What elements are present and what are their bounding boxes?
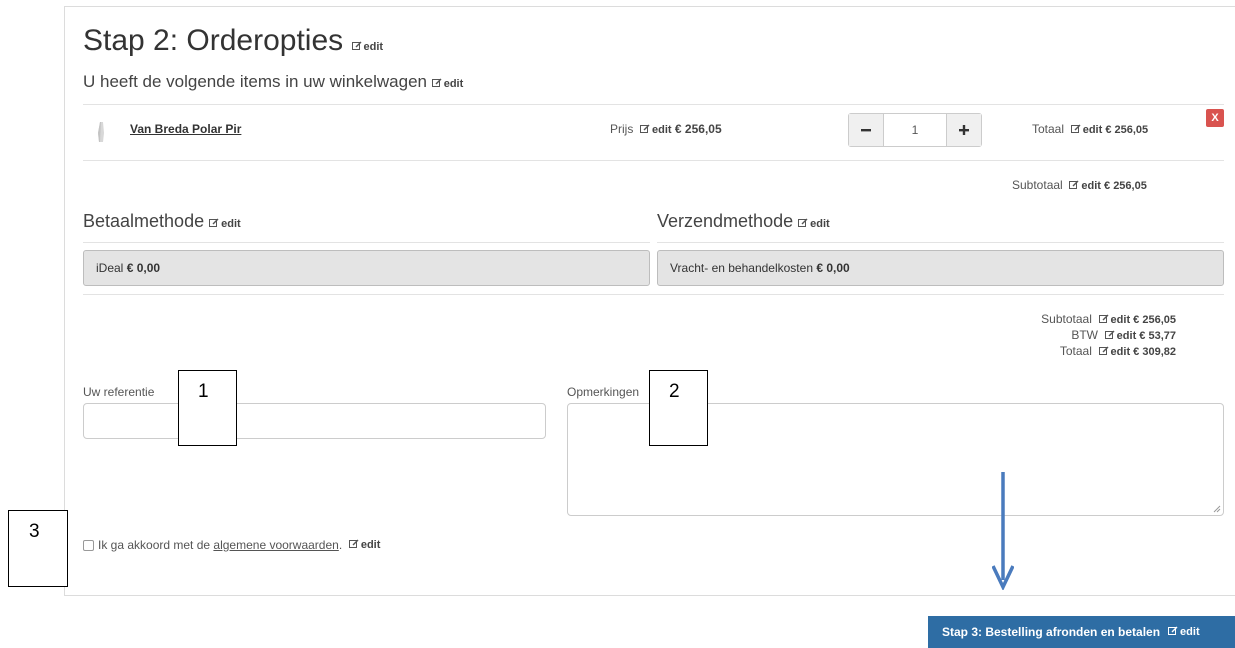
edit-icon	[1168, 626, 1178, 636]
shipping-method-cost: € 0,00	[816, 261, 850, 275]
edit-label: edit	[221, 218, 241, 230]
item-total: Totaal edit € 256,05	[1032, 122, 1148, 136]
edit-label: edit	[1180, 626, 1200, 638]
edit-label: edit	[360, 539, 381, 551]
shipping-heading-text: Verzendmethode	[657, 211, 794, 231]
summary-subtotal-row: Subtotaal edit € 256,05	[1041, 312, 1176, 328]
edit-link[interactable]: edit	[1168, 626, 1200, 638]
cart-subtitle: U heeft de volgende items in uw winkelwa…	[83, 72, 463, 92]
summary-total-value: € 309,82	[1133, 346, 1176, 358]
cart-subtotal: Subtotaal edit € 256,05	[1012, 178, 1147, 192]
edit-label: edit	[1110, 346, 1131, 358]
edit-icon	[1070, 124, 1081, 134]
edit-label: edit	[363, 41, 384, 53]
edit-icon	[351, 41, 362, 51]
shipping-method-select[interactable]: Vracht- en behandelkosten € 0,00	[657, 250, 1224, 286]
edit-link[interactable]: edit	[640, 124, 672, 136]
edit-label: edit	[1082, 124, 1103, 136]
checkout-submit-button[interactable]: Stap 3: Bestelling afronden en betalen e…	[928, 616, 1235, 648]
edit-label: edit	[443, 78, 464, 90]
terms-prefix: Ik ga akkoord met de	[98, 538, 211, 552]
edit-icon	[1098, 346, 1109, 356]
edit-icon	[1098, 314, 1109, 324]
edit-icon	[1104, 330, 1115, 340]
page-title-text: Stap 2: Orderopties	[83, 24, 344, 57]
payment-method-select[interactable]: iDeal € 0,00	[83, 250, 650, 286]
edit-link[interactable]: edit € 53,77	[1104, 330, 1176, 342]
edit-icon	[209, 218, 219, 228]
divider	[83, 160, 1224, 161]
product-name-link[interactable]: Van Breda Polar Pir	[130, 122, 241, 136]
reference-input[interactable]	[83, 403, 546, 439]
summary-total-label: Totaal	[1059, 344, 1092, 358]
edit-link[interactable]: edit € 256,05	[1098, 314, 1176, 326]
divider	[83, 104, 1224, 105]
price-label: Prijs	[610, 122, 634, 136]
edit-link[interactable]: edit	[431, 78, 464, 90]
edit-link[interactable]: edit € 256,05	[1069, 180, 1147, 192]
terms-checkbox[interactable]	[83, 539, 94, 551]
decrease-quantity-button[interactable]	[849, 114, 884, 146]
divider	[83, 294, 1224, 295]
terms-link[interactable]: algemene voorwaarden	[213, 538, 338, 552]
order-totals: Subtotaal edit € 256,05 BTW edit € 53,77…	[1041, 312, 1176, 360]
total-label: Totaal	[1032, 122, 1065, 136]
edit-link[interactable]: edit	[209, 218, 241, 230]
down-arrow-icon	[992, 472, 1014, 590]
edit-label: edit	[1116, 330, 1137, 342]
subtotal-value: € 256,05	[1104, 180, 1147, 192]
edit-link[interactable]: edit € 309,82	[1098, 346, 1176, 358]
quantity-stepper: 1	[848, 113, 982, 147]
payment-method-name: iDeal	[96, 261, 124, 275]
edit-label: edit	[1110, 314, 1131, 326]
edit-label: edit	[652, 124, 672, 136]
payment-method-cost: € 0,00	[126, 261, 161, 275]
remarks-label: Opmerkingen	[567, 385, 640, 399]
summary-subtotal-label: Subtotaal	[1041, 312, 1092, 326]
quantity-input[interactable]: 1	[884, 114, 946, 146]
edit-icon	[348, 539, 359, 549]
terms-suffix: .	[338, 538, 343, 552]
divider	[83, 242, 650, 243]
product-thumbnail[interactable]	[95, 121, 107, 143]
annotation-callout-3: 3	[8, 510, 68, 587]
minus-icon	[861, 129, 871, 132]
summary-total-row: Totaal edit € 309,82	[1041, 344, 1176, 360]
edit-label: edit	[810, 218, 830, 230]
resize-grip-icon[interactable]	[1213, 505, 1221, 513]
price-value: € 256,05	[674, 122, 722, 136]
increase-quantity-button[interactable]	[946, 114, 981, 146]
submit-label: Stap 3: Bestelling afronden en betalen	[942, 625, 1161, 639]
terms-agreement: Ik ga akkoord met de algemene voorwaarde…	[83, 538, 380, 552]
annotation-callout-2: 2	[649, 370, 708, 446]
summary-vat-row: BTW edit € 53,77	[1041, 328, 1176, 344]
edit-icon	[640, 124, 650, 134]
summary-subtotal-value: € 256,05	[1133, 314, 1176, 326]
edit-link[interactable]: edit	[348, 539, 381, 551]
shipping-method-name: Vracht- en behandelkosten	[670, 261, 813, 275]
edit-link[interactable]: edit	[798, 218, 830, 230]
cart-subtitle-text: U heeft de volgende items in uw winkelwa…	[83, 72, 427, 91]
reference-label: Uw referentie	[83, 385, 155, 399]
edit-icon	[431, 78, 442, 88]
edit-label: edit	[1081, 180, 1101, 192]
edit-icon	[798, 218, 808, 228]
payment-heading-text: Betaalmethode	[83, 211, 205, 231]
subtotal-label: Subtotaal	[1012, 178, 1063, 192]
edit-link[interactable]: edit € 256,05	[1070, 124, 1149, 136]
remove-item-button[interactable]: X	[1206, 109, 1224, 127]
edit-icon	[1069, 180, 1079, 190]
total-value: € 256,05	[1105, 124, 1149, 136]
annotation-callout-1: 1	[178, 370, 237, 446]
summary-vat-label: BTW	[1071, 328, 1098, 342]
edit-link[interactable]: edit	[351, 41, 384, 53]
page-title: Stap 2: Orderopties edit	[83, 24, 383, 58]
plus-icon	[959, 125, 969, 135]
summary-vat-value: € 53,77	[1139, 330, 1176, 342]
payment-heading: Betaalmethode edit	[83, 211, 241, 232]
shipping-heading: Verzendmethode edit	[657, 211, 830, 232]
item-price: Prijs edit € 256,05	[610, 122, 722, 136]
divider	[657, 242, 1224, 243]
